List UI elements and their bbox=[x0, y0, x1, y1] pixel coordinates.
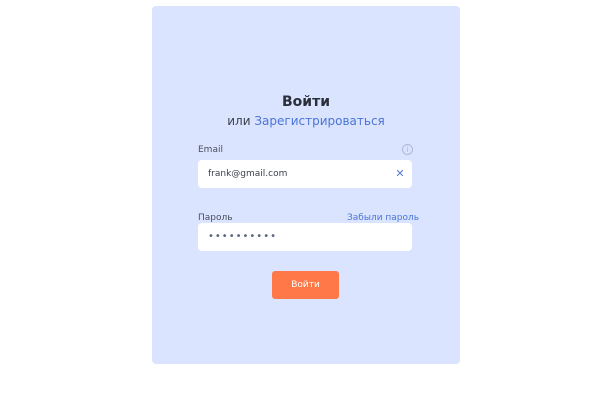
password-label: Пароль bbox=[198, 213, 233, 223]
email-field[interactable]: ✕ bbox=[198, 160, 412, 188]
forgot-password-link[interactable]: Забыли пароль bbox=[347, 213, 419, 223]
subtitle-prefix: или bbox=[227, 114, 251, 128]
email-label: Email bbox=[198, 145, 223, 155]
info-icon[interactable]: i bbox=[402, 144, 413, 155]
clear-icon[interactable]: ✕ bbox=[394, 167, 406, 181]
password-input[interactable]: •••••••••• bbox=[208, 231, 277, 242]
submit-button[interactable]: Войти bbox=[272, 271, 339, 299]
register-link[interactable]: Зарегистрироваться bbox=[254, 114, 384, 128]
subtitle: или Зарегистрироваться bbox=[152, 114, 460, 128]
page-title: Войти bbox=[281, 94, 331, 110]
email-input[interactable] bbox=[208, 160, 388, 188]
login-card: Войти или Зарегистрироваться Email i ✕ П… bbox=[152, 6, 460, 364]
password-field[interactable]: •••••••••• bbox=[198, 223, 412, 251]
